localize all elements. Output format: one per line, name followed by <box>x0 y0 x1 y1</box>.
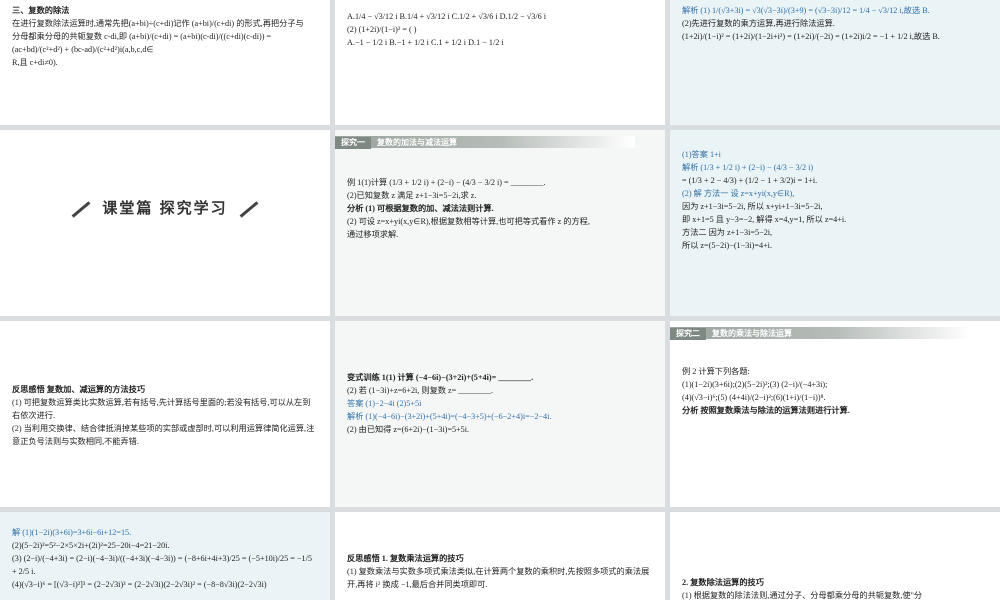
banner-title: 复数的加法与减法运算 <box>377 138 457 147</box>
banner-title: 复数的乘法与除法运算 <box>712 329 792 338</box>
text-line: (4)(√3−i)⁶;(5) (4+4i)/(2−i)²;(6)(1+i)/(1… <box>682 393 826 402</box>
text-line: 解 (1)(1−2i)(3+6i)=3+6i−6i+12=15. <box>12 528 132 537</box>
slide-reflection-division: 2. 复数除法运算的技巧 (1) 根据复数的除法法则,通过分子、分母都乘分母的共轭… <box>670 512 1000 600</box>
text-line: (2) 解 方法一 设 z=x+yi(x,y∈R), <box>682 189 795 198</box>
text-line: A.−1 − 1/2 i B.−1 + 1/2 i C.1 + 1/2 i D.… <box>347 38 504 47</box>
text-line: 分母都乘分母的共轭复数 c-di,即 (a+bi)/(c+di) = (a+bi… <box>12 32 272 54</box>
text-line: (2) 当利用交换律、结合律抵消掉某些项的实部或虚部时,可以利用运算律简化运算,… <box>12 424 315 446</box>
text-line: 分析 按照复数乘法与除法的运算法则进行计算. <box>682 406 850 415</box>
slide-example-2-solution: 解 (1)(1−2i)(3+6i)=3+6i−6i+12=15. (2)(5−2i… <box>0 512 330 600</box>
slide-practice-choices: A.1/4 − √3/12 i B.1/4 + √3/12 i C.1/2 + … <box>335 0 665 125</box>
text-line: (1) 可把复数运算类比实数运算,若有括号,先计算括号里面的;若没有括号,可以从… <box>12 398 311 420</box>
slash-decoration <box>239 200 258 218</box>
text-line: R,且 c+di≠0). <box>12 58 58 67</box>
section-banner: 探究一 复数的加法与减法运算 <box>335 136 635 149</box>
text-line: (4)(√3−i)⁶ = [(√3−i)²]³ = (2−2√3i)³ = (2… <box>12 580 267 589</box>
text-block: 2. 复数除法运算的技巧 (1) 根据复数的除法法则,通过分子、分母都乘分母的共轭… <box>682 576 988 600</box>
text-block: 例 1(1)计算 (1/3 + 1/2 i) + (2−i) − (4/3 − … <box>347 176 653 241</box>
text-line: (1) 复数乘法与实数多项式乘法类似,在计算两个复数的乘积时,先按照多项式的乘法… <box>347 567 650 589</box>
text-line: = (1/3 + 2 − 4/3) + (1/2 − 1 + 3/2)i = 1… <box>682 176 818 185</box>
text-line: 变式训练 1(1) 计算 (−4−6i)−(3+2i)+(5+4i)= ____… <box>347 373 534 382</box>
section-title: 课堂篇 探究学习 <box>0 200 330 218</box>
text-block: 三、复数的除法在进行复数除法运算时,通常先把(a+bi)÷(c+di)记作 (a… <box>12 4 318 69</box>
section-banner: 探究二 复数的乘法与除法运算 <box>670 327 970 340</box>
text-line: (2) 由已知得 z=(6+2i)−(1−3i)=5+5i. <box>347 425 470 434</box>
banner-tag: 探究二 <box>670 328 706 340</box>
text-block: 反思感悟 1. 复数乘法运算的技巧 (1) 复数乘法与实数多项式乘法类似,在计算两… <box>347 552 653 591</box>
text-line: 解析 (1/3 + 1/2 i) + (2−i) − (4/3 − 3/2 i) <box>682 163 814 172</box>
text-line: 反思感悟 1. 复数乘法运算的技巧 <box>347 554 464 563</box>
text-line: (1+2i)/(1−i)² = (1+2i)/(1−2i+i²) = (1+2i… <box>682 32 940 41</box>
text-line: A.1/4 − √3/12 i B.1/4 + √3/12 i C.1/2 + … <box>347 12 547 21</box>
section-title-text: 课堂篇 探究学习 <box>102 200 228 217</box>
text-line: 方法二 因为 z+1−3i=5−2i, <box>682 228 773 237</box>
slide-variant-training-1: 变式训练 1(1) 计算 (−4−6i)−(3+2i)+(5+4i)= ____… <box>335 321 665 507</box>
text-line: 在进行复数除法运算时,通常先把(a+bi)÷(c+di)记作 (a+bi)/(c… <box>12 19 304 28</box>
text-line: (1) 根据复数的除法法则,通过分子、分母都乘分母的共轭复数,使"分 <box>682 591 923 600</box>
text-line: 解析 (1) 1/(√3+3i) = √3(√3−3i)/(3+9) = (√3… <box>682 6 930 15</box>
text-block: A.1/4 − √3/12 i B.1/4 + √3/12 i C.1/2 + … <box>347 10 653 49</box>
text-block: 变式训练 1(1) 计算 (−4−6i)−(3+2i)+(5+4i)= ____… <box>347 371 653 436</box>
text-line: 解析 (1)(−4−6i)−(3+2i)+(5+4i)=(−4−3+5)+(−6… <box>347 412 552 421</box>
text-line: 因为 z+1−3i=5−2i, 所以 x+yi+1−3i=5−2i, <box>682 202 823 211</box>
text-block: 反思感悟 复数加、减运算的方法技巧 (1) 可把复数运算类比实数运算,若有括号,先… <box>12 383 318 448</box>
text-line: (2) 可设 z=x+yi(x,y∈R),根据复数相等计算,也可把等式看作 z … <box>347 217 590 226</box>
text-block: 例 2 计算下列各题: (1)(1−2i)(3+6i);(2)(5−2i)²;(3… <box>682 365 988 417</box>
slide-reflection-multiplication: 反思感悟 1. 复数乘法运算的技巧 (1) 复数乘法与实数多项式乘法类似,在计算两… <box>335 512 665 600</box>
slide-complex-division-intro: 三、复数的除法在进行复数除法运算时,通常先把(a+bi)÷(c+di)记作 (a… <box>0 0 330 125</box>
slide-practice-solution: 解析 (1) 1/(√3+3i) = √3(√3−3i)/(3+9) = (√3… <box>670 0 1000 125</box>
banner-tag: 探究一 <box>335 137 371 149</box>
slide-example-1-solution: (1)答案 1+i 解析 (1/3 + 1/2 i) + (2−i) − (4/3… <box>670 130 1000 316</box>
text-block: (1)答案 1+i 解析 (1/3 + 1/2 i) + (2−i) − (4/3… <box>682 148 988 252</box>
slide-grid: 三、复数的除法在进行复数除法运算时,通常先把(a+bi)÷(c+di)记作 (a… <box>0 0 1000 600</box>
text-line: (3) (2−i)/(−4+3i) = (2−i)(−4−3i)/((−4+3i… <box>12 554 313 576</box>
text-line: 所以 z=(5−2i)−(1−3i)=4+i. <box>682 241 773 250</box>
text-line: 通过移项求解. <box>347 230 399 239</box>
text-line: 例 2 计算下列各题: <box>682 367 750 376</box>
text-line: (1)(1−2i)(3+6i);(2)(5−2i)²;(3) (2−i)/(−4… <box>682 380 828 389</box>
text-line: (2) (1+2i)/(1−i)² = ( ) <box>347 25 417 34</box>
slide-section-title: 课堂篇 探究学习 <box>0 130 330 316</box>
text-line: (2)(5−2i)²=5²−2×5×2i+(2i)²=25−20i−4=21−2… <box>12 541 170 550</box>
text-block: 解 (1)(1−2i)(3+6i)=3+6i−6i+12=15. (2)(5−2i… <box>12 526 318 591</box>
slide-example-2: 探究二 复数的乘法与除法运算 例 2 计算下列各题: (1)(1−2i)(3+6i)… <box>670 321 1000 507</box>
slash-decoration <box>72 200 91 218</box>
text-line: (1)答案 1+i <box>682 150 721 159</box>
slide-reflection-add-sub: 反思感悟 复数加、减运算的方法技巧 (1) 可把复数运算类比实数运算,若有括号,先… <box>0 321 330 507</box>
text-line: 分析 (1) 可根据复数的加、减法法则计算. <box>347 204 494 213</box>
text-line: 即 x+1=5 且 y−3=−2, 解得 x=4,y=1, 所以 z=4+i. <box>682 215 847 224</box>
text-line: (2) 若 (1−3i)+z=6+2i, 则复数 z= ________. <box>347 386 494 395</box>
text-line: 三、复数的除法 <box>12 6 70 15</box>
slide-example-1: 探究一 复数的加法与减法运算 例 1(1)计算 (1/3 + 1/2 i) + (… <box>335 130 665 316</box>
text-line: 反思感悟 复数加、减运算的方法技巧 <box>12 385 146 394</box>
text-line: (2)先进行复数的乘方运算,再进行除法运算. <box>682 19 835 28</box>
text-line: 2. 复数除法运算的技巧 <box>682 578 764 587</box>
text-line: (2)已知复数 z 满足 z+1−3i=5−2i,求 z. <box>347 191 477 200</box>
text-line: 答案 (1)−2−4i (2)5+5i <box>347 399 422 408</box>
text-block: 解析 (1) 1/(√3+3i) = √3(√3−3i)/(3+9) = (√3… <box>682 4 988 43</box>
text-line: 例 1(1)计算 (1/3 + 1/2 i) + (2−i) − (4/3 − … <box>347 178 546 187</box>
